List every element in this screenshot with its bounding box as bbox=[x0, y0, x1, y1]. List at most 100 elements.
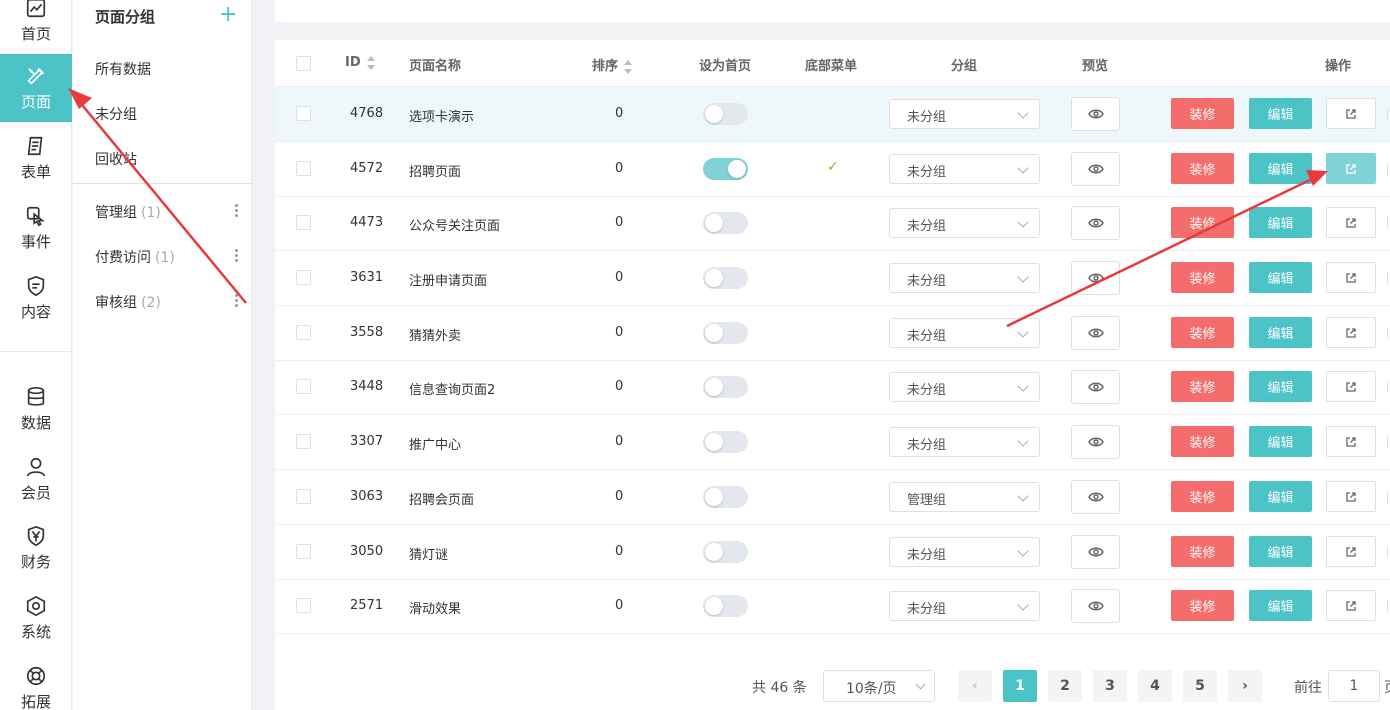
preview-button[interactable] bbox=[1071, 535, 1120, 569]
edit-button[interactable]: 编辑 bbox=[1249, 481, 1312, 512]
group-item-admin[interactable]: 管理组 (1) bbox=[95, 202, 161, 222]
row-checkbox[interactable] bbox=[296, 544, 311, 559]
edit-button[interactable]: 编辑 bbox=[1249, 262, 1312, 293]
goto-page-input[interactable] bbox=[1328, 670, 1380, 702]
group-select[interactable]: 未分组 bbox=[889, 154, 1040, 184]
decorate-button[interactable]: 装修 bbox=[1171, 98, 1234, 129]
set-home-switch[interactable] bbox=[703, 212, 748, 234]
group-select[interactable]: 未分组 bbox=[889, 372, 1040, 402]
row-checkbox[interactable] bbox=[296, 106, 311, 121]
open-link-button[interactable] bbox=[1326, 371, 1376, 402]
column-header-sort[interactable]: 排序 bbox=[592, 55, 633, 74]
group-select[interactable]: 未分组 bbox=[889, 427, 1040, 457]
more-icon[interactable] bbox=[233, 202, 239, 220]
page-button-1[interactable]: 1 bbox=[1003, 670, 1037, 702]
open-link-button[interactable] bbox=[1326, 317, 1376, 348]
decorate-button[interactable]: 装修 bbox=[1171, 590, 1234, 621]
open-link-button[interactable] bbox=[1326, 262, 1376, 293]
decorate-button[interactable]: 装修 bbox=[1171, 207, 1234, 238]
open-link-button[interactable] bbox=[1326, 481, 1376, 512]
group-item-review[interactable]: 审核组 (2) bbox=[95, 292, 161, 312]
group-link-all[interactable]: 所有数据 bbox=[95, 59, 151, 79]
nav-item-forms[interactable]: 表单 bbox=[0, 124, 72, 192]
set-home-switch[interactable] bbox=[703, 376, 748, 398]
preview-button[interactable] bbox=[1071, 261, 1120, 295]
page-button-2[interactable]: 2 bbox=[1048, 670, 1082, 702]
decorate-button[interactable]: 装修 bbox=[1171, 153, 1234, 184]
more-icon[interactable] bbox=[233, 247, 239, 265]
page-button-4[interactable]: 4 bbox=[1138, 670, 1172, 702]
sort-icon[interactable] bbox=[366, 55, 375, 70]
edit-button[interactable]: 编辑 bbox=[1249, 98, 1312, 129]
preview-button[interactable] bbox=[1071, 425, 1120, 459]
open-link-button[interactable] bbox=[1326, 207, 1376, 238]
nav-item-events[interactable]: 事件 bbox=[0, 194, 72, 262]
preview-button[interactable] bbox=[1071, 97, 1120, 131]
sort-icon[interactable] bbox=[624, 59, 633, 74]
edit-button[interactable]: 编辑 bbox=[1249, 426, 1312, 457]
decorate-button[interactable]: 装修 bbox=[1171, 317, 1234, 348]
page-button-5[interactable]: 5 bbox=[1183, 670, 1217, 702]
nav-item-system[interactable]: 系统 bbox=[0, 584, 72, 652]
set-home-switch[interactable] bbox=[703, 541, 748, 563]
add-group-button[interactable]: + bbox=[219, 1, 237, 29]
more-icon[interactable] bbox=[233, 292, 239, 310]
edit-button[interactable]: 编辑 bbox=[1249, 371, 1312, 402]
row-checkbox[interactable] bbox=[296, 379, 311, 394]
set-home-switch[interactable] bbox=[703, 103, 748, 125]
nav-item-content[interactable]: 内容 bbox=[0, 264, 72, 332]
preview-button[interactable] bbox=[1071, 316, 1120, 350]
row-checkbox[interactable] bbox=[296, 434, 311, 449]
nav-item-pages[interactable]: 页面 bbox=[0, 54, 72, 122]
group-select[interactable]: 未分组 bbox=[889, 591, 1040, 621]
edit-button[interactable]: 编辑 bbox=[1249, 590, 1312, 621]
row-checkbox[interactable] bbox=[296, 325, 311, 340]
group-select[interactable]: 未分组 bbox=[889, 318, 1040, 348]
nav-item-data[interactable]: 数据 bbox=[0, 375, 72, 443]
row-checkbox[interactable] bbox=[296, 489, 311, 504]
group-select[interactable]: 未分组 bbox=[889, 208, 1040, 238]
preview-button[interactable] bbox=[1071, 589, 1120, 623]
nav-item-members[interactable]: 会员 bbox=[0, 445, 72, 513]
group-select[interactable]: 未分组 bbox=[889, 537, 1040, 567]
nav-item-extensions[interactable]: 拓展 bbox=[0, 654, 72, 710]
group-select[interactable]: 未分组 bbox=[889, 99, 1040, 129]
select-all-checkbox[interactable] bbox=[296, 56, 311, 71]
decorate-button[interactable]: 装修 bbox=[1171, 481, 1234, 512]
nav-item-finance[interactable]: 财务 bbox=[0, 514, 72, 582]
page-size-select[interactable]: 10条/页 bbox=[823, 670, 935, 702]
group-link-ungrouped[interactable]: 未分组 bbox=[95, 104, 137, 124]
row-checkbox[interactable] bbox=[296, 598, 311, 613]
group-select[interactable]: 管理组 bbox=[889, 482, 1040, 512]
set-home-switch[interactable] bbox=[703, 322, 748, 344]
decorate-button[interactable]: 装修 bbox=[1171, 262, 1234, 293]
open-link-button[interactable] bbox=[1326, 426, 1376, 457]
set-home-switch[interactable] bbox=[703, 267, 748, 289]
group-link-recycle-bin[interactable]: 回收站 bbox=[95, 149, 137, 169]
open-link-button[interactable] bbox=[1326, 153, 1376, 184]
prev-page-button[interactable]: ‹ bbox=[958, 670, 992, 702]
nav-item-home[interactable]: 首页 bbox=[0, 0, 72, 54]
set-home-switch[interactable] bbox=[703, 431, 748, 453]
set-home-switch[interactable] bbox=[703, 595, 748, 617]
preview-button[interactable] bbox=[1071, 370, 1120, 404]
row-checkbox[interactable] bbox=[296, 270, 311, 285]
column-header-id[interactable]: ID bbox=[345, 55, 375, 70]
edit-button[interactable]: 编辑 bbox=[1249, 536, 1312, 567]
decorate-button[interactable]: 装修 bbox=[1171, 536, 1234, 567]
open-link-button[interactable] bbox=[1326, 536, 1376, 567]
preview-button[interactable] bbox=[1071, 152, 1120, 186]
group-item-paid[interactable]: 付费访问 (1) bbox=[95, 247, 175, 267]
preview-button[interactable] bbox=[1071, 206, 1120, 240]
set-home-switch[interactable] bbox=[703, 486, 748, 508]
edit-button[interactable]: 编辑 bbox=[1249, 317, 1312, 348]
decorate-button[interactable]: 装修 bbox=[1171, 426, 1234, 457]
decorate-button[interactable]: 装修 bbox=[1171, 371, 1234, 402]
group-select[interactable]: 未分组 bbox=[889, 263, 1040, 293]
edit-button[interactable]: 编辑 bbox=[1249, 153, 1312, 184]
page-button-3[interactable]: 3 bbox=[1093, 670, 1127, 702]
edit-button[interactable]: 编辑 bbox=[1249, 207, 1312, 238]
row-checkbox[interactable] bbox=[296, 161, 311, 176]
row-checkbox[interactable] bbox=[296, 215, 311, 230]
preview-button[interactable] bbox=[1071, 480, 1120, 514]
